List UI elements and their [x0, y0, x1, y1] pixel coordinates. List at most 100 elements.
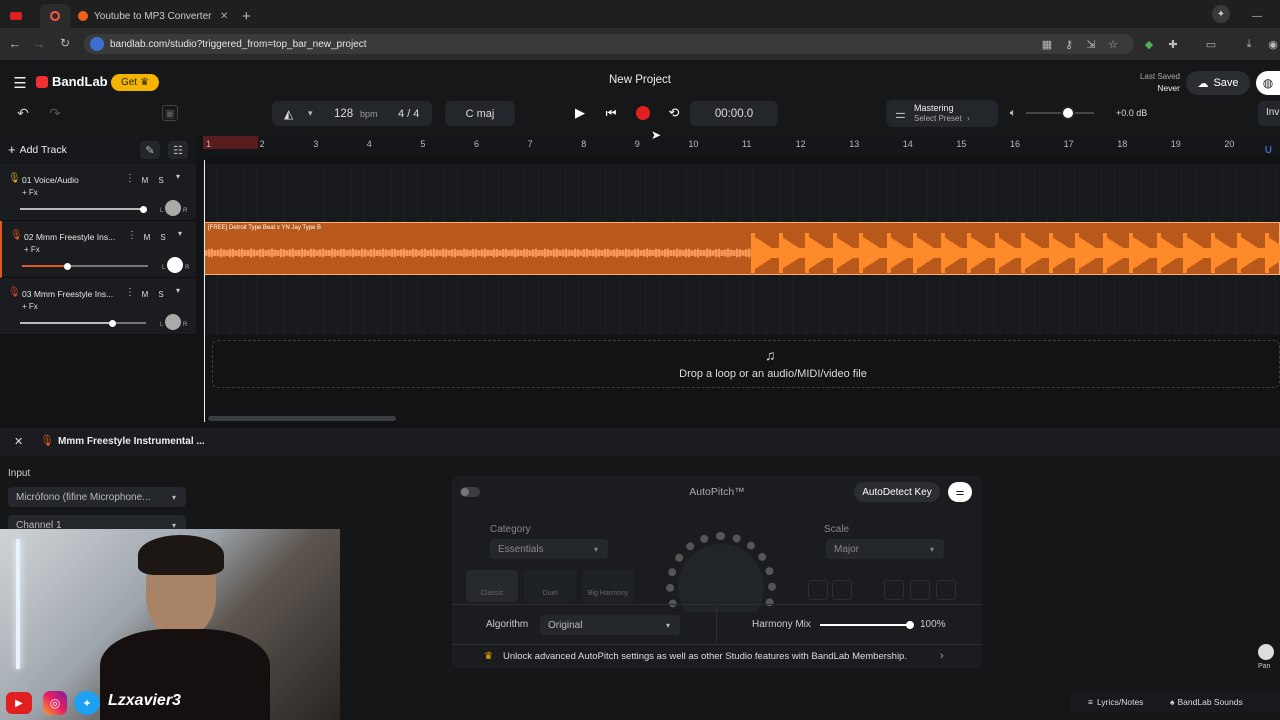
globe-icon[interactable]: ◍ [1256, 71, 1280, 95]
mastering-button[interactable]: ⚌ Mastering Select Preset › [886, 100, 998, 127]
note-button[interactable] [936, 580, 956, 600]
puzzle-icon[interactable]: ✚ [1166, 37, 1180, 51]
get-membership-button[interactable]: Get ♛ [111, 74, 159, 91]
sidebar-icon[interactable]: ▭ [1204, 37, 1218, 51]
solo-button[interactable]: S [157, 231, 169, 243]
key-selector[interactable]: C maj [445, 101, 515, 126]
add-track-button[interactable]: + Add Track [8, 142, 67, 157]
track-header[interactable]: 🎙︎ 02 Mmm Freestyle Ins... + Fx ⋮ M S ▾ L R [0, 221, 196, 278]
track-header[interactable]: 🎙︎ 01 Voice/Audio + Fx ⋮ M S ▾ L R [0, 164, 196, 221]
undo-icon[interactable]: ↶ [14, 105, 32, 121]
track-header[interactable]: 🎙︎ 03 Mmm Freestyle Ins... + Fx ⋮ M S ▾ L R [0, 278, 196, 335]
speaker-icon[interactable]: 🔈︎ [1006, 107, 1020, 119]
gemini-icon[interactable]: ✦ [1212, 5, 1230, 23]
install-icon[interactable]: ⇲ [1084, 37, 1098, 51]
preset-duet[interactable]: Duet [524, 570, 576, 602]
volume-knob[interactable] [108, 319, 116, 327]
more-options-icon[interactable]: ⋮ [125, 173, 135, 184]
note-button[interactable] [808, 580, 828, 600]
record-button[interactable] [636, 106, 650, 120]
input-select[interactable]: Micrófono (fifine Microphone... ▾ [8, 487, 186, 507]
pan-dial[interactable] [165, 200, 181, 216]
preset-big-harmony[interactable]: Big Harmony [582, 570, 634, 602]
harmony-mix-slider[interactable] [820, 621, 914, 629]
scale-select[interactable]: Major ▾ [826, 539, 944, 559]
youtube-tab-icon[interactable] [10, 4, 34, 28]
harmony-mix-knob[interactable] [906, 621, 914, 629]
chevron-down-icon[interactable]: ▾ [176, 172, 180, 181]
preset-classic[interactable]: Classic [466, 570, 518, 602]
category-select[interactable]: Essentials ▾ [490, 539, 608, 559]
mixer-icon[interactable]: ▣ [162, 105, 178, 121]
pitch-correction-dial[interactable] [664, 532, 778, 612]
filter-icon[interactable]: ☷ [168, 141, 188, 159]
master-volume-slider[interactable] [1026, 106, 1094, 120]
tab-close-icon[interactable]: ✕ [220, 11, 228, 22]
key-icon[interactable]: ⚷ [1062, 37, 1076, 51]
loop-icon[interactable]: ⟲ [666, 105, 682, 121]
close-icon[interactable]: ✕ [14, 435, 23, 448]
new-tab-button[interactable]: + [242, 4, 251, 28]
magnet-icon[interactable]: ∪ [1264, 142, 1276, 156]
add-fx-button[interactable]: + Fx [24, 245, 40, 254]
chevron-right-icon[interactable]: › [940, 650, 944, 662]
profile-icon[interactable]: ◉ [1266, 37, 1280, 51]
minimize-icon[interactable]: — [1252, 4, 1262, 28]
bandlab-sounds-button[interactable]: ♠ BandLab Sounds [1170, 697, 1243, 707]
lyrics-notes-button[interactable]: ≡ Lyrics/Notes [1088, 697, 1143, 707]
unlock-membership-text[interactable]: Unlock advanced AutoPitch settings as we… [503, 651, 907, 662]
pan-dial[interactable] [165, 314, 181, 330]
pan-dial[interactable] [1258, 644, 1274, 660]
tab-converter[interactable]: Youtube to MP3 Converter (Ad ✕ [72, 4, 234, 28]
more-options-icon[interactable]: ⋮ [125, 287, 135, 298]
reload-icon[interactable]: ↻ [58, 36, 72, 50]
autodetect-key-button[interactable]: AutoDetect Key [854, 482, 940, 502]
mute-button[interactable]: M [139, 174, 151, 186]
bandlab-logo[interactable]: BandLab [36, 74, 108, 89]
metronome-icon[interactable]: ◭ [284, 107, 293, 121]
save-button[interactable]: ☁ Save [1186, 71, 1250, 95]
reader-icon[interactable]: ▦ [1040, 37, 1054, 51]
horizontal-scrollbar[interactable] [208, 416, 396, 421]
volume-knob[interactable] [140, 205, 148, 213]
algorithm-select[interactable]: Original ▾ [540, 615, 680, 635]
menu-icon[interactable]: ☰ [12, 75, 28, 92]
track-volume-slider[interactable] [20, 319, 146, 327]
mute-button[interactable]: M [139, 288, 151, 300]
drop-zone[interactable]: ♫ Drop a loop or an audio/MIDI/video fil… [212, 340, 1280, 388]
chevron-down-icon[interactable]: ▾ [178, 229, 182, 238]
timeline-ruler[interactable]: 1 2 3 4 5 6 7 8 9 10 11 12 13 14 15 16 17 18 19 20 [203, 136, 1280, 154]
more-options-icon[interactable]: ⋮ [127, 230, 137, 241]
playhead[interactable] [204, 160, 205, 422]
mute-button[interactable]: M [141, 231, 153, 243]
pinned-tab[interactable] [40, 4, 70, 28]
solo-button[interactable]: S [155, 288, 167, 300]
invite-button[interactable]: Invi [1258, 101, 1280, 126]
url-field[interactable]: bandlab.com/studio?triggered_from=top_ba… [84, 34, 1134, 54]
site-info-icon[interactable] [90, 37, 104, 51]
track-lane[interactable] [203, 164, 1280, 221]
note-button[interactable] [910, 580, 930, 600]
bookmark-star-icon[interactable]: ☆ [1106, 37, 1120, 51]
add-fx-button[interactable]: + Fx [22, 302, 38, 311]
download-icon[interactable]: ⤓ [1242, 37, 1256, 51]
forward-icon[interactable]: → [32, 36, 46, 51]
volume-knob[interactable] [64, 262, 72, 270]
chevron-down-icon[interactable]: ▾ [176, 286, 180, 295]
track-volume-slider[interactable] [20, 205, 148, 213]
loop-region-marker[interactable] [203, 136, 258, 149]
play-icon[interactable]: ▶ [572, 105, 588, 121]
redo-icon[interactable]: ↷ [46, 105, 64, 121]
pan-dial[interactable] [167, 257, 183, 273]
skip-back-icon[interactable]: ⏮ [603, 105, 619, 121]
bpm-value[interactable]: 128 [334, 108, 353, 120]
back-icon[interactable]: ← [8, 36, 22, 51]
pencil-icon[interactable]: ✎ [140, 141, 160, 159]
solo-button[interactable]: S [155, 174, 167, 186]
track-lane[interactable] [203, 278, 1280, 335]
audio-region[interactable]: [FREE] Detroit Type Beat x YN Jay Type B [204, 222, 1280, 275]
time-signature[interactable]: 4 / 4 [398, 108, 419, 120]
note-button[interactable] [884, 580, 904, 600]
chevron-down-icon[interactable]: ▾ [308, 108, 313, 119]
settings-sliders-icon[interactable]: ⚌ [948, 482, 972, 502]
